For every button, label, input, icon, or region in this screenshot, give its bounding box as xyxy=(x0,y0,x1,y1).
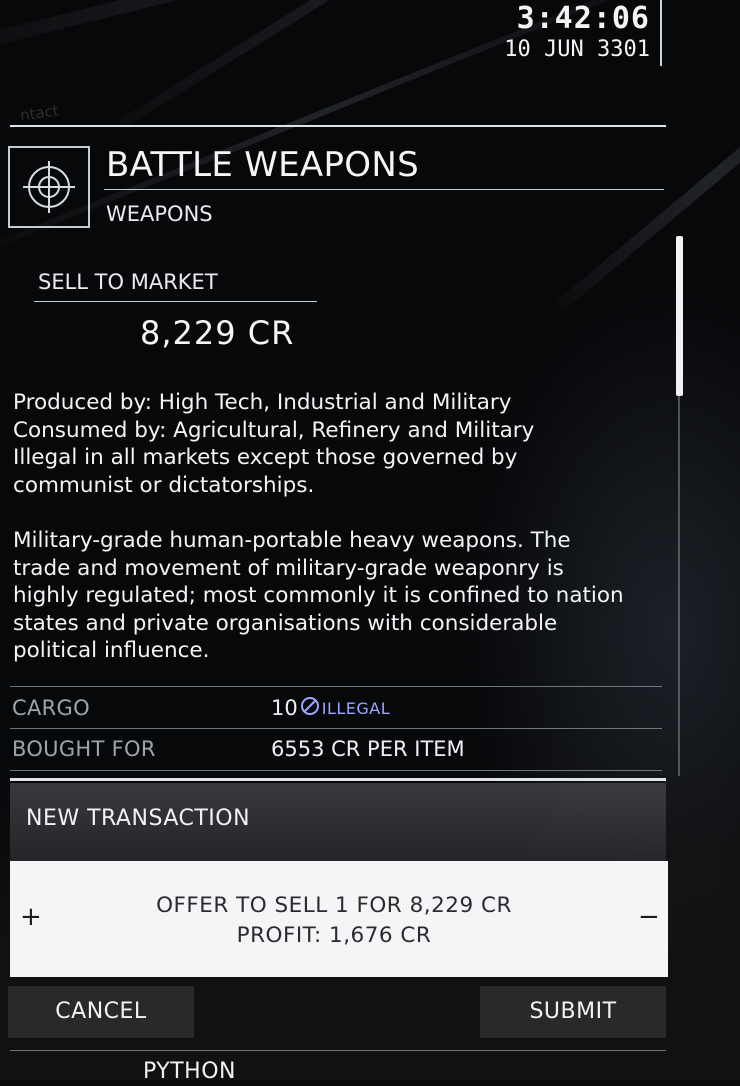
bought-for-label: BOUGHT FOR xyxy=(12,737,156,761)
cargo-count: 10 xyxy=(271,696,298,720)
commodity-title: BATTLE WEAPONS xyxy=(106,145,419,185)
clock: 3:42:06 10 JUN 3301 xyxy=(504,2,650,64)
increase-quantity-button[interactable]: + xyxy=(20,902,42,932)
cancel-button[interactable]: CANCEL xyxy=(8,986,194,1038)
offer-text: OFFER TO SELL 1 FOR 8,229 CR xyxy=(156,893,512,918)
decrease-quantity-button[interactable]: − xyxy=(638,902,660,932)
clock-date: 10 JUN 3301 xyxy=(504,37,650,62)
sell-divider xyxy=(34,301,317,302)
details-divider-mid xyxy=(10,728,662,729)
commodity-description: Military-grade human-portable heavy weap… xyxy=(13,528,624,663)
sell-price: 8,229 CR xyxy=(140,314,295,352)
ship-name: PYTHON xyxy=(143,1059,236,1084)
panel-top-divider xyxy=(10,125,666,127)
commodity-icon-box xyxy=(8,146,90,228)
clock-time: 3:42:06 xyxy=(516,1,650,36)
cargo-label: CARGO xyxy=(12,696,90,720)
commodity-origin-text: Produced by: High Tech, Industrial and M… xyxy=(13,390,535,498)
clock-divider xyxy=(660,0,662,66)
new-transaction-header: NEW TRANSACTION xyxy=(26,806,251,831)
title-divider xyxy=(104,189,664,190)
commodity-category: WEAPONS xyxy=(106,202,213,226)
scrollbar-thumb[interactable] xyxy=(676,236,683,396)
cargo-value-group: 10 ILLEGAL xyxy=(271,694,390,722)
details-divider-bottom xyxy=(10,770,662,771)
profit-text: PROFIT: 1,676 CR xyxy=(236,923,432,948)
sell-to-market-label: SELL TO MARKET xyxy=(38,270,218,294)
bought-for-value: 6553 CR PER ITEM xyxy=(271,737,465,761)
transaction-divider xyxy=(10,778,666,781)
prohibited-icon xyxy=(300,696,320,720)
illegal-badge: ILLEGAL xyxy=(321,698,391,718)
footer-divider xyxy=(10,1050,666,1051)
details-divider-top xyxy=(10,686,662,687)
submit-button[interactable]: SUBMIT xyxy=(480,986,666,1038)
